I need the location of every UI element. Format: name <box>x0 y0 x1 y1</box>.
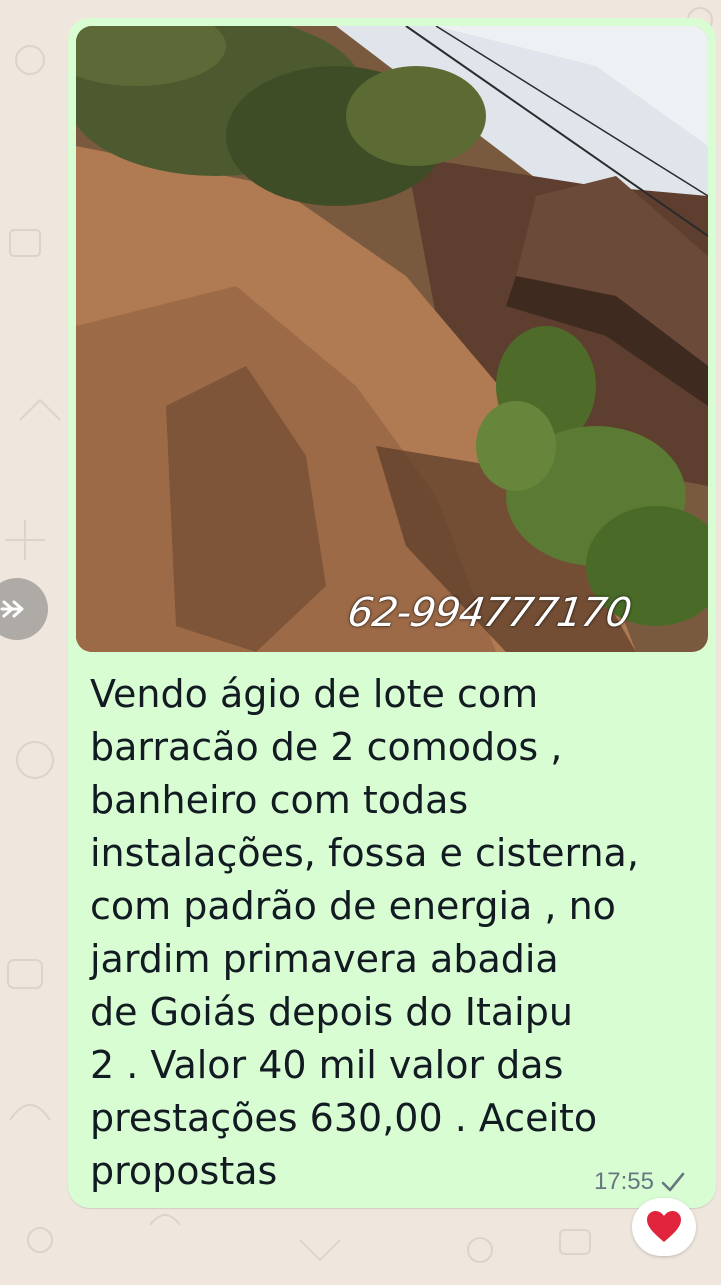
phone-number-watermark: 62-994777170 <box>344 590 634 636</box>
message-photo[interactable]: 62-994777170 <box>76 26 708 652</box>
single-check-icon <box>660 1171 686 1193</box>
red-heart-icon <box>647 1211 681 1242</box>
reaction-badge[interactable] <box>632 1198 696 1256</box>
message-text: Vendo ágio de lote com barracão de 2 com… <box>90 672 639 1193</box>
message-meta: 17:55 <box>594 1168 686 1196</box>
message-bubble[interactable]: 62-994777170 Vendo ágio de lote com barr… <box>68 18 716 1208</box>
message-time: 17:55 <box>593 1168 654 1195</box>
lot-photo-image <box>76 26 708 652</box>
forward-arrows-icon <box>0 600 24 618</box>
